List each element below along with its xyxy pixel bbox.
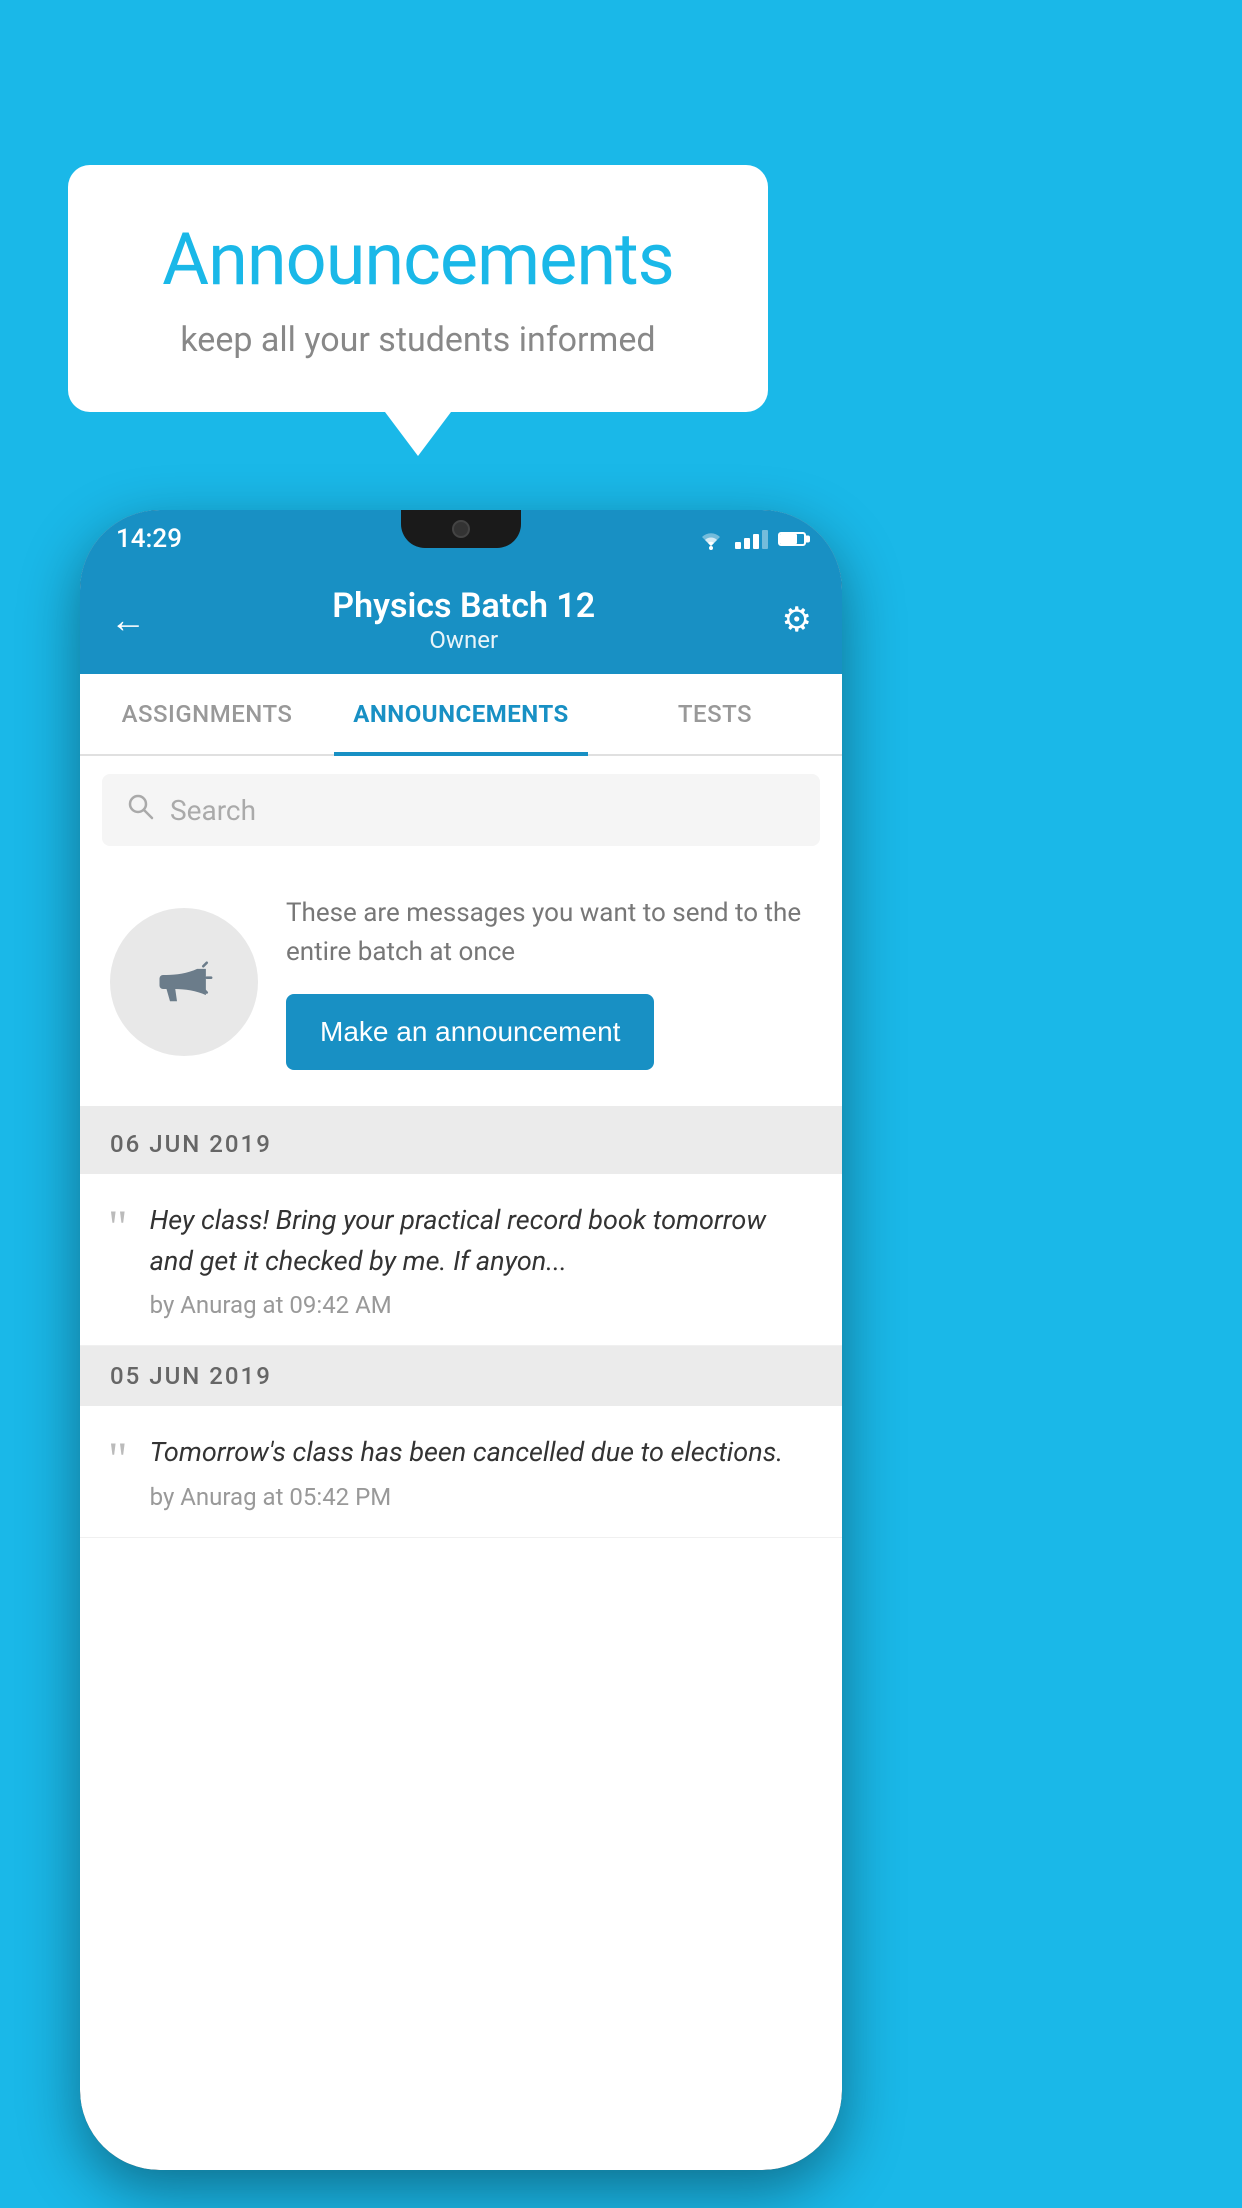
promo-text-block: These are messages you want to send to t… xyxy=(286,894,812,1070)
search-bar[interactable]: Search xyxy=(102,774,820,846)
tab-tests[interactable]: TESTS xyxy=(588,674,842,754)
announcement-meta-1: by Anurag at 09:42 AM xyxy=(150,1291,814,1319)
announcement-item-2[interactable]: " Tomorrow's class has been cancelled du… xyxy=(80,1406,842,1538)
quote-icon-1: " xyxy=(108,1204,128,1252)
announcement-item-1[interactable]: " Hey class! Bring your practical record… xyxy=(80,1174,842,1346)
header-title-block: Physics Batch 12 Owner xyxy=(332,586,595,654)
announcement-meta-2: by Anurag at 05:42 PM xyxy=(150,1483,814,1511)
status-time: 14:29 xyxy=(116,524,182,554)
make-announcement-button[interactable]: Make an announcement xyxy=(286,994,654,1070)
tabs-bar: ASSIGNMENTS ANNOUNCEMENTS TESTS xyxy=(80,674,842,756)
speech-bubble-container: Announcements keep all your students inf… xyxy=(68,165,768,412)
announcement-content-2: Tomorrow's class has been cancelled due … xyxy=(150,1432,814,1511)
notch xyxy=(401,510,521,548)
promo-section: These are messages you want to send to t… xyxy=(80,864,842,1114)
settings-icon[interactable]: ⚙ xyxy=(782,600,812,640)
megaphone-icon xyxy=(149,947,219,1017)
signal-bars xyxy=(735,530,768,549)
tab-assignments[interactable]: ASSIGNMENTS xyxy=(80,674,334,754)
search-icon xyxy=(126,792,154,828)
announcement-icon-circle xyxy=(110,908,258,1056)
announcement-content-1: Hey class! Bring your practical record b… xyxy=(150,1200,814,1319)
promo-description: These are messages you want to send to t… xyxy=(286,894,812,972)
battery-icon xyxy=(778,532,806,546)
back-button[interactable]: ← xyxy=(110,602,146,638)
front-camera xyxy=(452,520,470,538)
date-separator-1: 06 JUN 2019 xyxy=(80,1114,842,1174)
owner-label: Owner xyxy=(332,626,595,654)
phone-frame: 14:29 xyxy=(80,510,842,2170)
wifi-icon xyxy=(697,528,725,550)
search-container: Search xyxy=(80,756,842,864)
announcement-text-1: Hey class! Bring your practical record b… xyxy=(150,1200,814,1281)
speech-bubble: Announcements keep all your students inf… xyxy=(68,165,768,412)
announcement-text-2: Tomorrow's class has been cancelled due … xyxy=(150,1432,814,1473)
status-icons xyxy=(697,528,806,550)
bubble-subtitle: keep all your students informed xyxy=(128,320,708,360)
quote-icon-2: " xyxy=(108,1436,128,1484)
phone-screen: 14:29 xyxy=(80,510,842,2170)
batch-name: Physics Batch 12 xyxy=(332,586,595,626)
app-header: ← Physics Batch 12 Owner ⚙ xyxy=(80,568,842,674)
tab-announcements[interactable]: ANNOUNCEMENTS xyxy=(334,674,588,754)
bubble-title: Announcements xyxy=(128,217,708,302)
search-placeholder: Search xyxy=(170,794,256,827)
date-separator-2: 05 JUN 2019 xyxy=(80,1346,842,1406)
